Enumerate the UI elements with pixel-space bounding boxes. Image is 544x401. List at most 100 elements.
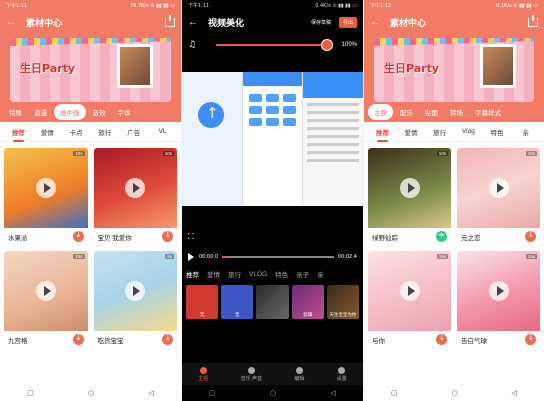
subtab-active[interactable]: 推荐 <box>368 127 397 142</box>
play-icon[interactable] <box>488 178 509 198</box>
category-tab-active[interactable]: 主题 <box>368 104 393 120</box>
download-icon[interactable] <box>162 230 173 242</box>
template-tab[interactable]: 亲 <box>317 269 324 279</box>
template-thumb[interactable] <box>256 285 289 319</box>
play-icon[interactable] <box>125 178 146 198</box>
template-tab-active[interactable]: 推荐 <box>186 269 199 279</box>
play-icon[interactable] <box>35 178 56 198</box>
subtab[interactable]: Vlog <box>454 128 483 135</box>
template-thumbnail[interactable]: 10s <box>368 148 451 228</box>
status-bar: 下午1:12 0.1K/s ⊙ ▮▮ ▮▮ ▭ <box>364 0 544 11</box>
category-tab[interactable]: 贴图 <box>420 105 443 119</box>
subtab[interactable]: 旅行 <box>425 127 454 137</box>
category-tab[interactable]: 配乐 <box>395 105 418 119</box>
template-card[interactable]: 15s 告白气球 <box>457 251 540 348</box>
template-card[interactable]: 15s 九宫格 <box>4 251 88 348</box>
category-tab[interactable]: 字体 <box>113 105 136 119</box>
subtab[interactable]: 广告 <box>119 127 148 137</box>
download-icon[interactable] <box>72 333 84 345</box>
template-tab[interactable]: 亲子 <box>296 269 309 279</box>
category-tab[interactable]: 字幕样式 <box>470 105 506 119</box>
template-thumb[interactable]: 无 <box>186 285 219 319</box>
category-tab[interactable]: 音效 <box>88 105 111 119</box>
template-card[interactable]: 15s 与你 <box>368 251 451 348</box>
template-thumb[interactable]: 天生宝宝为你 <box>326 285 360 319</box>
home-icon[interactable]: ○ <box>452 389 458 397</box>
template-thumbnail[interactable]: 15s <box>457 251 540 331</box>
play-icon[interactable] <box>35 281 56 301</box>
edit-tab-theme[interactable]: 主题 <box>198 366 208 382</box>
crop-icon[interactable]: ⛶ <box>188 232 194 241</box>
panel-material-center-1: 下午1:11 78.7K/s ⊙ ▮▮ ▮▮ ▭ ← 素材中心 生日Party … <box>0 0 181 401</box>
download-icon[interactable] <box>162 333 173 345</box>
volume-slider[interactable] <box>216 39 333 51</box>
template-card[interactable]: 10s 元之恋 <box>457 148 540 245</box>
download-icon[interactable] <box>525 230 536 242</box>
header-area: 下午1:11 78.7K/s ⊙ ▮▮ ▮▮ ▭ ← 素材中心 生日Party … <box>0 0 181 122</box>
status-bar: 下午1:11 0.4K/s ⊙ ▮▮ ▮▮ ▭ <box>182 0 363 11</box>
download-manager-icon[interactable] <box>165 15 175 27</box>
promo-banner[interactable]: 生日Party <box>374 38 534 102</box>
edit-tab-edit[interactable]: 编辑 <box>294 366 304 382</box>
template-thumbnail[interactable]: 9s <box>93 251 177 331</box>
template-card[interactable]: 10s 绿野仙踪 + <box>368 148 451 245</box>
promo-banner[interactable]: 生日Party <box>10 38 171 102</box>
back-nav-icon[interactable]: ◁ <box>512 389 517 397</box>
category-tab[interactable]: 特殊 <box>4 105 27 119</box>
template-thumb[interactable]: 剪辑 <box>291 285 324 319</box>
template-name: 吃货宝宝 <box>97 337 124 345</box>
subtab[interactable]: 旅行 <box>90 127 119 137</box>
template-card[interactable]: 9s 吃货宝宝 <box>93 251 177 348</box>
save-draft-button[interactable]: 保存草稿 <box>311 19 331 26</box>
volume-slider-knob[interactable] <box>320 39 333 51</box>
play-icon[interactable] <box>188 253 194 261</box>
back-nav-icon[interactable]: ◁ <box>330 389 335 397</box>
music-note-icon[interactable]: ♫ <box>188 40 196 50</box>
template-tab[interactable]: VLOG <box>249 271 267 278</box>
home-icon[interactable]: ○ <box>88 389 94 397</box>
play-icon[interactable] <box>125 281 146 301</box>
download-icon[interactable] <box>72 230 84 242</box>
category-tab-active[interactable]: 画中画 <box>54 104 86 120</box>
template-thumbnail[interactable]: 10s <box>4 148 88 228</box>
home-icon[interactable]: ○ <box>270 389 276 397</box>
video-preview[interactable] <box>182 72 363 206</box>
seek-bar[interactable] <box>222 256 334 258</box>
download-icon[interactable] <box>525 333 536 345</box>
template-tab[interactable]: 特色 <box>275 269 288 279</box>
template-thumbnail[interactable]: 10s <box>457 148 540 228</box>
subtab[interactable]: VL <box>148 128 177 135</box>
template-tab[interactable]: 爱情 <box>207 269 220 279</box>
play-icon[interactable] <box>399 281 420 301</box>
download-icon[interactable] <box>436 333 447 345</box>
download-manager-icon[interactable] <box>528 15 538 27</box>
category-tab[interactable]: 浪漫 <box>29 105 52 119</box>
subtab[interactable]: 卡点 <box>62 127 91 137</box>
subtab-active[interactable]: 推荐 <box>4 127 33 142</box>
subtab[interactable]: 特色 <box>483 127 512 137</box>
subtab[interactable]: 爱情 <box>397 127 426 137</box>
edit-tab-music[interactable]: 音乐 声音 <box>241 366 262 382</box>
subtab[interactable]: 爱情 <box>33 127 62 137</box>
recent-apps-icon[interactable]: ▢ <box>209 389 216 397</box>
recent-apps-icon[interactable]: ▢ <box>27 389 34 397</box>
play-icon[interactable] <box>399 178 420 198</box>
play-icon[interactable] <box>488 281 509 301</box>
template-thumbnail[interactable]: 15s <box>368 251 451 331</box>
template-tab[interactable]: 旅行 <box>228 269 241 279</box>
subtab[interactable]: 亲 <box>511 127 540 137</box>
template-card[interactable]: 10s 水果派 <box>4 148 88 245</box>
template-thumb[interactable]: 无 <box>221 285 254 319</box>
template-thumbnail[interactable]: 10s <box>93 148 177 228</box>
export-button[interactable]: 导出 <box>338 17 357 28</box>
back-arrow-icon[interactable]: ← <box>188 17 198 28</box>
back-arrow-icon[interactable]: ← <box>370 17 380 28</box>
add-icon[interactable]: + <box>436 231 447 242</box>
back-arrow-icon[interactable]: ← <box>6 17 16 28</box>
back-nav-icon[interactable]: ◁ <box>148 389 153 397</box>
recent-apps-icon[interactable]: ▢ <box>391 389 398 397</box>
template-thumbnail[interactable]: 15s <box>4 251 88 331</box>
template-card[interactable]: 10s 宝贝 我爱你 <box>93 148 177 245</box>
category-tab[interactable]: 转场 <box>445 105 468 119</box>
edit-tab-settings[interactable]: 设置 <box>337 366 347 382</box>
